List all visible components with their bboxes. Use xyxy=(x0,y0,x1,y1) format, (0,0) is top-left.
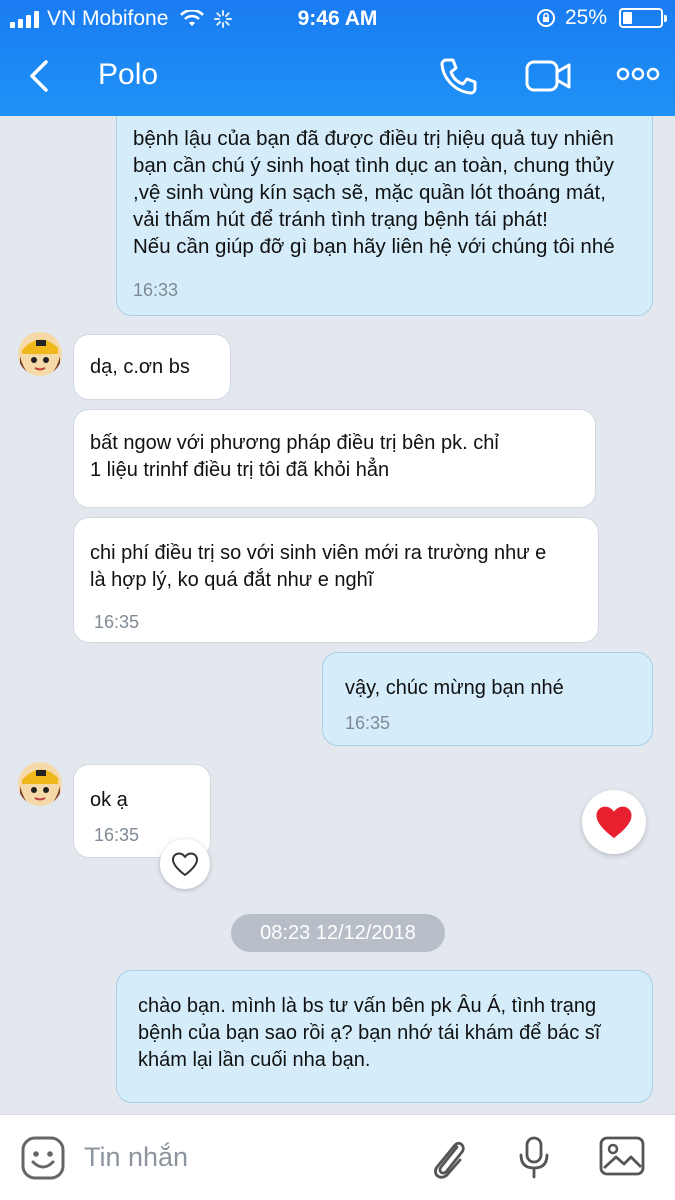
orientation-lock-icon xyxy=(536,9,555,27)
incoming-message[interactable]: dạ, c.ơn bs xyxy=(73,334,231,400)
message-line: vậy, chúc mừng bạn nhé xyxy=(345,677,564,699)
message-line: chào bạn. mình là bs tư vấn bên pk Âu Á,… xyxy=(138,995,597,1017)
battery-icon xyxy=(619,8,667,28)
more-dots-icon[interactable] xyxy=(616,66,660,82)
message-line: Nếu cần giúp đỡ gì bạn hãy liên hệ với c… xyxy=(133,235,615,258)
avatar-image xyxy=(18,332,62,376)
message-line: khám lại lần cuối nha bạn. xyxy=(138,1049,371,1071)
emoji-icon[interactable] xyxy=(20,1135,66,1181)
image-gallery-icon[interactable] xyxy=(598,1135,646,1177)
message-line: chi phí điều trị so với sinh viên mới ra… xyxy=(90,542,547,564)
nav-bar: Polo xyxy=(0,38,675,116)
status-right: 25% xyxy=(535,6,667,30)
message-time: 16:35 xyxy=(345,713,391,733)
outgoing-message[interactable]: chào bạn. mình là bs tư vấn bên pk Âu Á,… xyxy=(116,970,653,1103)
message-time: 16:33 xyxy=(133,280,179,300)
status-bar: VN Mobifone 9:46 AM 25% xyxy=(0,0,675,38)
incoming-message[interactable]: bất ngow với phương pháp điều trị bên pk… xyxy=(73,409,596,508)
phone-icon[interactable] xyxy=(436,54,480,98)
message-line: 1 liệu trinhf điều trị tôi đã khỏi hẳn xyxy=(90,459,390,481)
outgoing-message[interactable]: vậy, chúc mừng bạn nhé 16:35 xyxy=(322,652,653,746)
message-line: bệnh lậu của bạn đã được điều trị hiệu q… xyxy=(133,127,614,150)
chat-header: VN Mobifone 9:46 AM 25% Polo xyxy=(0,0,675,116)
message-line: vải thấm hút để tránh tình trạng bệnh tá… xyxy=(133,208,548,231)
message-line: bệnh của bạn sao rồi ạ? bạn nhớ tái khám… xyxy=(138,1022,601,1044)
back-arrow-icon[interactable] xyxy=(20,56,60,96)
avatar-image xyxy=(18,762,62,806)
date-separator: 08:23 12/12/2018 xyxy=(231,914,445,952)
message-input[interactable] xyxy=(84,1137,404,1177)
battery-percent: 25% xyxy=(564,6,607,29)
message-line: bất ngow với phương pháp điều trị bên pk… xyxy=(90,432,499,454)
message-line: là hợp lý, ko quá đắt như e nghĩ xyxy=(90,569,374,591)
message-list[interactable]: bệnh lậu của bạn đã được điều trị hiệu q… xyxy=(0,116,675,1114)
microphone-icon[interactable] xyxy=(516,1135,552,1181)
video-camera-icon[interactable] xyxy=(524,56,572,96)
avatar[interactable] xyxy=(18,762,62,806)
heart-icon xyxy=(596,806,632,839)
quick-heart-button[interactable] xyxy=(582,790,646,854)
message-input-bar xyxy=(0,1114,675,1200)
heart-outline-icon xyxy=(172,852,198,876)
message-line: dạ, c.ơn bs xyxy=(90,356,190,378)
outgoing-message[interactable]: bệnh lậu của bạn đã được điều trị hiệu q… xyxy=(116,116,653,316)
message-time: 16:35 xyxy=(94,612,140,632)
message-line: ,vệ sinh vùng kín sạch sẽ, mặc quần lót … xyxy=(133,181,606,204)
message-line: ok ạ xyxy=(90,789,128,811)
incoming-message[interactable]: chi phí điều trị so với sinh viên mới ra… xyxy=(73,517,599,643)
avatar[interactable] xyxy=(18,332,62,376)
attachment-icon[interactable] xyxy=(428,1135,468,1181)
react-heart-button[interactable] xyxy=(160,839,210,889)
contact-name[interactable]: Polo xyxy=(98,58,158,92)
message-line: bạn cần chú ý sinh hoạt tình dục an toàn… xyxy=(133,154,614,177)
